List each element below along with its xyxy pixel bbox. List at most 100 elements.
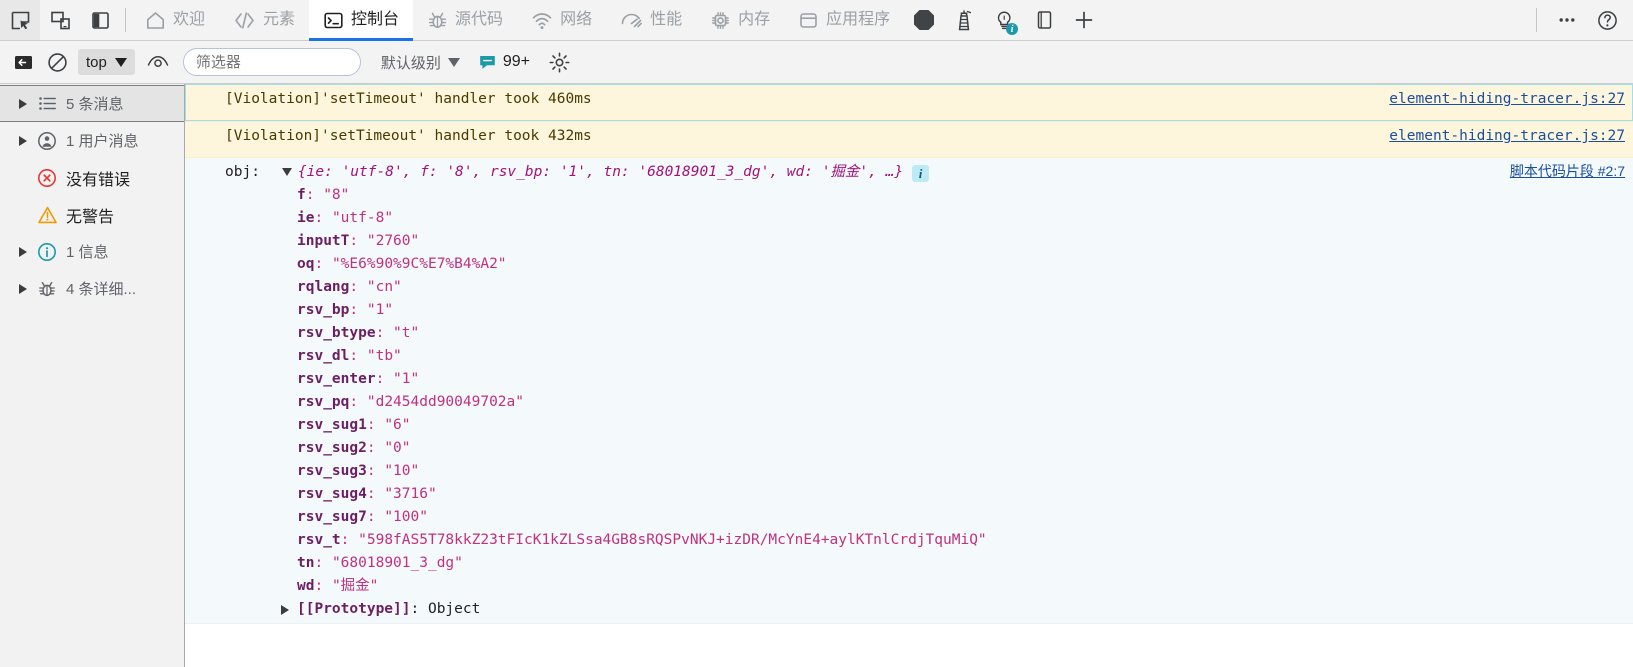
object-property[interactable]: tn: "68018901_3_dg" xyxy=(185,552,1633,575)
expand-arrow-icon[interactable] xyxy=(18,283,28,294)
sidebar-item-info[interactable]: 1 信息 xyxy=(0,233,184,270)
sidebar-item-label: 没有错误 xyxy=(66,171,131,189)
object-label: obj: xyxy=(225,164,260,180)
property-value: "utf-8" xyxy=(331,210,394,226)
tab-welcome[interactable]: 欢迎 xyxy=(131,0,219,40)
source-link[interactable]: 脚本代码片段 #2:7 xyxy=(1494,161,1633,182)
device-toolbar-icon[interactable] xyxy=(40,0,80,40)
object-property[interactable]: rsv_sug1: "6" xyxy=(185,414,1633,437)
object-prototype-row[interactable]: [[Prototype]] : Object xyxy=(185,598,1633,621)
property-separator: : xyxy=(375,325,394,341)
execution-context-selector[interactable]: top xyxy=(78,49,135,75)
tab-memory[interactable]: 内存 xyxy=(696,0,784,40)
tab-elements[interactable]: 元素 xyxy=(219,0,309,40)
property-separator: : xyxy=(366,440,385,456)
object-property[interactable]: rsv_btype: "t" xyxy=(185,322,1633,345)
console-message-list[interactable]: [Violation]'setTimeout' handler took 460… xyxy=(185,84,1633,667)
console-message-violation-2[interactable]: [Violation]'setTimeout' handler took 432… xyxy=(185,121,1633,158)
insights-badge: i xyxy=(1006,23,1019,35)
expand-arrow-icon[interactable] xyxy=(18,98,28,109)
object-header-left: obj: {ie: 'utf-8', f: '8', rsv_bp: '1', … xyxy=(185,161,1494,184)
property-key: rsv_pq xyxy=(297,394,350,410)
clear-console-icon[interactable] xyxy=(42,48,72,76)
user-message-icon xyxy=(36,131,58,151)
property-separator: : xyxy=(366,463,385,479)
console-message-object[interactable]: obj: {ie: 'utf-8', f: '8', rsv_bp: '1', … xyxy=(185,158,1633,624)
home-icon xyxy=(145,10,166,31)
add-panel-button[interactable] xyxy=(1064,0,1104,40)
database-icon xyxy=(798,10,819,31)
object-property-list: f: "8" ie: "utf-8" inputT: "2760" oq: "%… xyxy=(185,184,1633,623)
property-value: "cn" xyxy=(366,279,402,295)
property-value: "100" xyxy=(384,509,428,525)
object-property[interactable]: rsv_sug3: "10" xyxy=(185,460,1633,483)
expand-arrow-icon[interactable] xyxy=(281,604,289,615)
issues-counter-button[interactable]: 99+ xyxy=(478,53,530,72)
object-property[interactable]: wd: "掘金" xyxy=(185,575,1633,598)
search-input[interactable] xyxy=(182,48,361,76)
toolbar-divider xyxy=(125,8,126,32)
gear-icon[interactable] xyxy=(544,48,574,76)
object-property[interactable]: oq: "%E6%90%9C%E7%B4%A2" xyxy=(185,253,1633,276)
object-property[interactable]: rsv_bp: "1" xyxy=(185,299,1633,322)
help-icon[interactable] xyxy=(1587,0,1627,40)
chevron-down-icon xyxy=(447,57,460,67)
tab-application[interactable]: 应用程序 xyxy=(784,0,904,40)
sidebar-item-warnings[interactable]: 无警告 xyxy=(0,196,184,233)
more-options-icon[interactable] xyxy=(1547,0,1587,40)
memory-chip-icon xyxy=(710,10,731,31)
lighthouse-icon[interactable] xyxy=(944,0,984,40)
property-value: "6" xyxy=(384,417,411,433)
object-property[interactable]: rsv_sug4: "3716" xyxy=(185,483,1633,506)
tab-sources[interactable]: 源代码 xyxy=(413,0,517,40)
console-prompt-icon xyxy=(323,10,344,31)
object-property[interactable]: rsv_enter: "1" xyxy=(185,368,1633,391)
sidebar-item-user-messages[interactable]: 1 用户消息 xyxy=(0,122,184,159)
sidebar-item-verbose[interactable]: 4 条详细... xyxy=(0,270,184,307)
property-value: "8" xyxy=(323,187,350,203)
tab-network[interactable]: 网络 xyxy=(517,0,606,40)
reading-panel-icon[interactable] xyxy=(1024,0,1064,40)
object-property[interactable]: rsv_sug7: "100" xyxy=(185,506,1633,529)
inspect-element-icon[interactable] xyxy=(0,0,40,40)
info-badge-icon[interactable]: i xyxy=(912,165,930,182)
object-property[interactable]: f: "8" xyxy=(185,184,1633,207)
tab-application-label: 应用程序 xyxy=(826,11,891,28)
toolbar-divider-right xyxy=(1536,8,1537,32)
property-separator: : xyxy=(366,417,385,433)
tab-elements-label: 元素 xyxy=(263,11,296,28)
expand-arrow-icon[interactable] xyxy=(18,135,28,146)
object-collapse-arrow-icon[interactable] xyxy=(281,168,292,176)
lightbulb-insights-icon[interactable]: i xyxy=(984,0,1024,40)
property-separator: : xyxy=(349,233,367,249)
source-link[interactable]: element-hiding-tracer.js:27 xyxy=(1373,89,1633,110)
log-level-selector[interactable]: 默认级别 xyxy=(381,52,460,73)
object-property[interactable]: rqlang: "cn" xyxy=(185,276,1633,299)
expand-arrow-icon[interactable] xyxy=(18,246,28,257)
object-property[interactable]: inputT: "2760" xyxy=(185,230,1633,253)
panel-layout-icon[interactable] xyxy=(80,0,120,40)
console-sidebar-toggle-icon[interactable] xyxy=(8,48,38,76)
object-property[interactable]: rsv_pq: "d2454dd90049702a" xyxy=(185,391,1633,414)
property-key: f xyxy=(297,187,306,203)
source-link[interactable]: element-hiding-tracer.js:27 xyxy=(1373,126,1633,147)
devtools-left-tools xyxy=(0,0,131,40)
object-property[interactable]: rsv_sug2: "0" xyxy=(185,437,1633,460)
tab-performance-label: 性能 xyxy=(650,11,683,28)
property-key: inputT xyxy=(297,233,350,249)
property-separator: : xyxy=(366,486,385,502)
tab-performance[interactable]: 性能 xyxy=(606,0,696,40)
bug-icon xyxy=(427,10,448,31)
sidebar-item-label: 1 用户消息 xyxy=(66,133,139,150)
warning-triangle-icon xyxy=(36,205,58,225)
sidebar-item-errors[interactable]: 没有错误 xyxy=(0,159,184,196)
recorder-octagon-icon[interactable] xyxy=(904,0,944,40)
console-message-violation-1[interactable]: [Violation]'setTimeout' handler took 460… xyxy=(185,84,1633,121)
object-property[interactable]: rsv_dl: "tb" xyxy=(185,345,1633,368)
eye-live-expression-icon[interactable] xyxy=(143,48,173,76)
tab-console[interactable]: 控制台 xyxy=(309,0,414,41)
sidebar-item-all-messages[interactable]: 5 条消息 xyxy=(0,85,184,122)
object-property[interactable]: rsv_t: "598fAS5T78kkZ23tFIcK1kZLSsa4GB8s… xyxy=(185,529,1633,552)
object-property[interactable]: ie: "utf-8" xyxy=(185,207,1633,230)
property-separator: : xyxy=(349,302,367,318)
